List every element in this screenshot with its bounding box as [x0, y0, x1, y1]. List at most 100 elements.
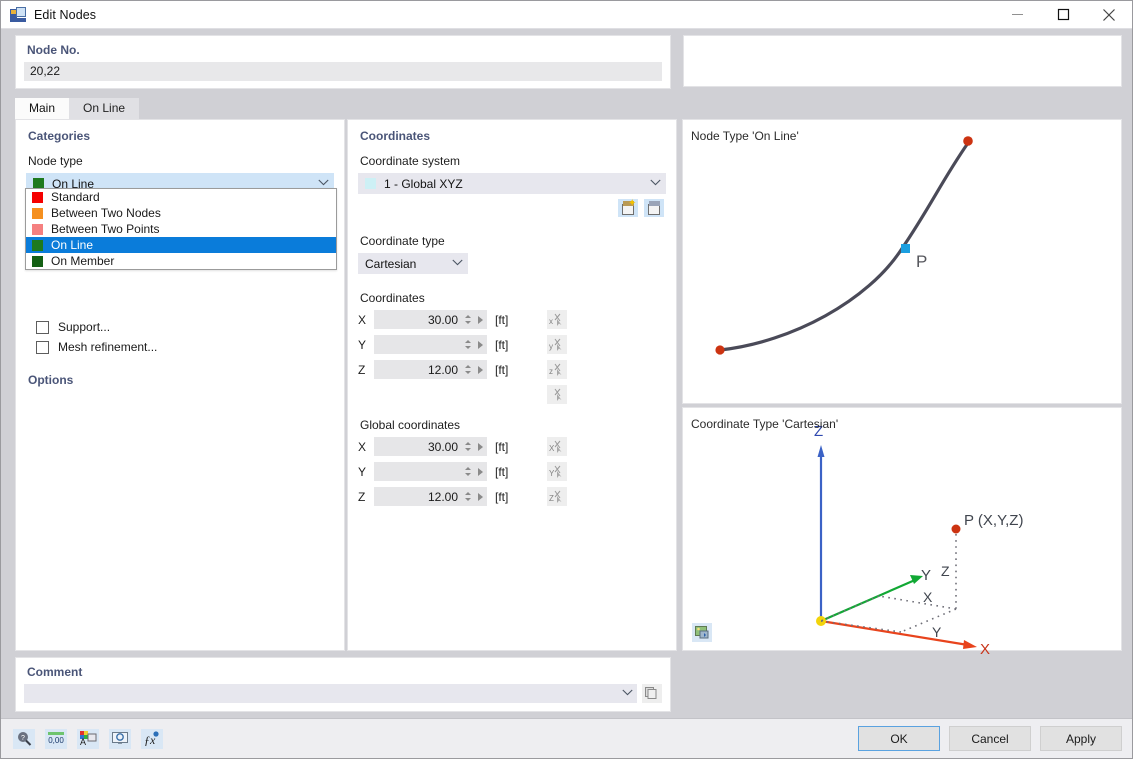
node-type-preview-caption: Node Type 'On Line'	[691, 129, 799, 143]
ok-button[interactable]: OK	[858, 726, 940, 751]
global-z-unit: [ft]	[495, 490, 519, 504]
node-no-side-panel	[683, 35, 1122, 87]
colors-fonts-icon[interactable]: A	[77, 729, 99, 749]
dialog-buttons: OK Cancel Apply	[858, 726, 1122, 751]
coordinate-z-stepper[interactable]	[462, 360, 473, 379]
pick-z-icon[interactable]: z	[547, 360, 567, 379]
coordinate-y-stepper[interactable]	[462, 335, 473, 354]
global-axis-label-y: Y	[358, 465, 374, 479]
option-label: Between Two Points	[51, 222, 160, 236]
coordinates-group-label: Coordinates	[358, 291, 666, 310]
chevron-down-icon	[318, 179, 329, 189]
pick-point-icon[interactable]	[547, 385, 567, 404]
checkbox-mesh-refinement-row[interactable]: Mesh refinement...	[36, 340, 334, 354]
pick-x-icon[interactable]: x	[547, 310, 567, 329]
window-title: Edit Nodes	[34, 8, 96, 22]
coordinate-x-unit: [ft]	[495, 313, 519, 327]
preview-image-icon[interactable]	[692, 623, 712, 642]
option-label: Standard	[51, 190, 100, 204]
checkbox-support-row[interactable]: Support...	[36, 320, 334, 334]
comment-input[interactable]	[24, 684, 637, 703]
categories-heading: Categories	[26, 128, 334, 154]
coordinates-heading: Coordinates	[358, 128, 666, 154]
global-y-input[interactable]	[374, 462, 462, 481]
y-axis-label: Y	[921, 567, 931, 584]
dropdown-option-between-two-points[interactable]: Between Two Points	[26, 221, 336, 237]
tab-on-line[interactable]: On Line	[69, 98, 139, 119]
projection-z-label: Z	[941, 563, 950, 579]
support-checkbox[interactable]	[36, 321, 49, 334]
copy-comment-icon[interactable]	[642, 684, 662, 703]
mesh-refinement-checkbox[interactable]	[36, 341, 49, 354]
dropdown-option-on-line[interactable]: On Line	[26, 237, 336, 253]
coordinate-type-value: Cartesian	[365, 257, 452, 271]
tab-main[interactable]: Main	[15, 98, 69, 119]
svg-text:A: A	[80, 737, 86, 747]
edit-nodes-icon	[10, 7, 26, 23]
formula-icon[interactable]: ƒx	[141, 729, 163, 749]
global-z-more-button[interactable]	[473, 487, 487, 506]
coordinate-x-stepper[interactable]	[462, 310, 473, 329]
pick-global-y-icon[interactable]: Y	[547, 462, 567, 481]
node-no-input[interactable]: 20,22	[24, 62, 662, 81]
coordinate-z-input[interactable]: 12.00	[374, 360, 462, 379]
dropdown-option-on-member[interactable]: On Member	[26, 253, 336, 269]
global-z-stepper[interactable]	[462, 487, 473, 506]
pick-y-icon[interactable]: y	[547, 335, 567, 354]
pick-global-z-icon[interactable]: Z	[547, 487, 567, 506]
minimize-button[interactable]	[994, 1, 1040, 29]
maximize-button[interactable]	[1040, 1, 1086, 29]
coordinate-system-combo[interactable]: 1 - Global XYZ	[358, 173, 666, 194]
dialog-footer: ? 0,00 A ƒx OK	[1, 718, 1132, 758]
x-axis-label: X	[980, 641, 990, 658]
edit-nodes-dialog: Edit Nodes Node No. 20,22 Main On Line	[0, 0, 1133, 759]
node-type-dropdown-list[interactable]: Standard Between Two Nodes Between Two P…	[25, 188, 337, 270]
comment-panel: Comment	[15, 657, 671, 712]
global-x-stepper[interactable]	[462, 437, 473, 456]
global-y-stepper[interactable]	[462, 462, 473, 481]
global-axis-label-x: X	[358, 440, 374, 454]
preview-column: Node Type 'On Line' P Coordinate Type 'C…	[682, 119, 1122, 651]
apply-button[interactable]: Apply	[1040, 726, 1122, 751]
pick-global-x-icon[interactable]: X	[547, 437, 567, 456]
coordinate-type-combo[interactable]: Cartesian	[358, 253, 468, 274]
coordinate-row-y: Y [ft] y	[358, 335, 666, 354]
global-z-input[interactable]: 12.00	[374, 487, 462, 506]
svg-text:y: y	[549, 342, 553, 351]
coordinate-system-color-swatch	[365, 178, 376, 189]
svg-text:x: x	[549, 317, 553, 326]
axis-label-x: X	[358, 313, 374, 327]
cancel-button[interactable]: Cancel	[949, 726, 1031, 751]
global-coordinate-row-y: Y [ft] Y	[358, 462, 666, 481]
chevron-down-icon	[622, 689, 633, 699]
display-settings-icon[interactable]	[109, 729, 131, 749]
close-button[interactable]	[1086, 1, 1132, 29]
coordinate-y-input[interactable]	[374, 335, 462, 354]
coordinate-y-unit: [ft]	[495, 338, 519, 352]
chevron-down-icon	[452, 259, 463, 269]
dropdown-option-standard[interactable]: Standard	[26, 189, 336, 205]
global-y-more-button[interactable]	[473, 462, 487, 481]
help-magnifier-icon[interactable]: ?	[13, 729, 35, 749]
coordinate-x-more-button[interactable]	[473, 310, 487, 329]
coordinate-type-preview-graphic: Z Y X P (X,Y,Z)	[683, 408, 1120, 643]
coordinate-x-input[interactable]: 30.00	[374, 310, 462, 329]
decimal-places-icon[interactable]: 0,00	[45, 729, 67, 749]
mesh-refinement-label: Mesh refinement...	[58, 340, 157, 354]
window-controls	[994, 1, 1132, 29]
dropdown-option-between-two-nodes[interactable]: Between Two Nodes	[26, 205, 336, 221]
global-x-input[interactable]: 30.00	[374, 437, 462, 456]
new-coordinate-system-icon[interactable]: ✦	[618, 199, 638, 217]
edit-coordinate-system-icon[interactable]	[644, 199, 664, 217]
coordinate-z-more-button[interactable]	[473, 360, 487, 379]
axis-label-y: Y	[358, 338, 374, 352]
svg-text:?: ?	[21, 735, 25, 742]
global-x-unit: [ft]	[495, 440, 519, 454]
option-label: On Line	[51, 238, 93, 252]
global-x-more-button[interactable]	[473, 437, 487, 456]
option-label: Between Two Nodes	[51, 206, 161, 220]
node-type-label: Node type	[26, 154, 334, 173]
coordinate-y-more-button[interactable]	[473, 335, 487, 354]
node-no-label: Node No.	[24, 42, 662, 62]
node-point-label: P	[916, 252, 927, 271]
